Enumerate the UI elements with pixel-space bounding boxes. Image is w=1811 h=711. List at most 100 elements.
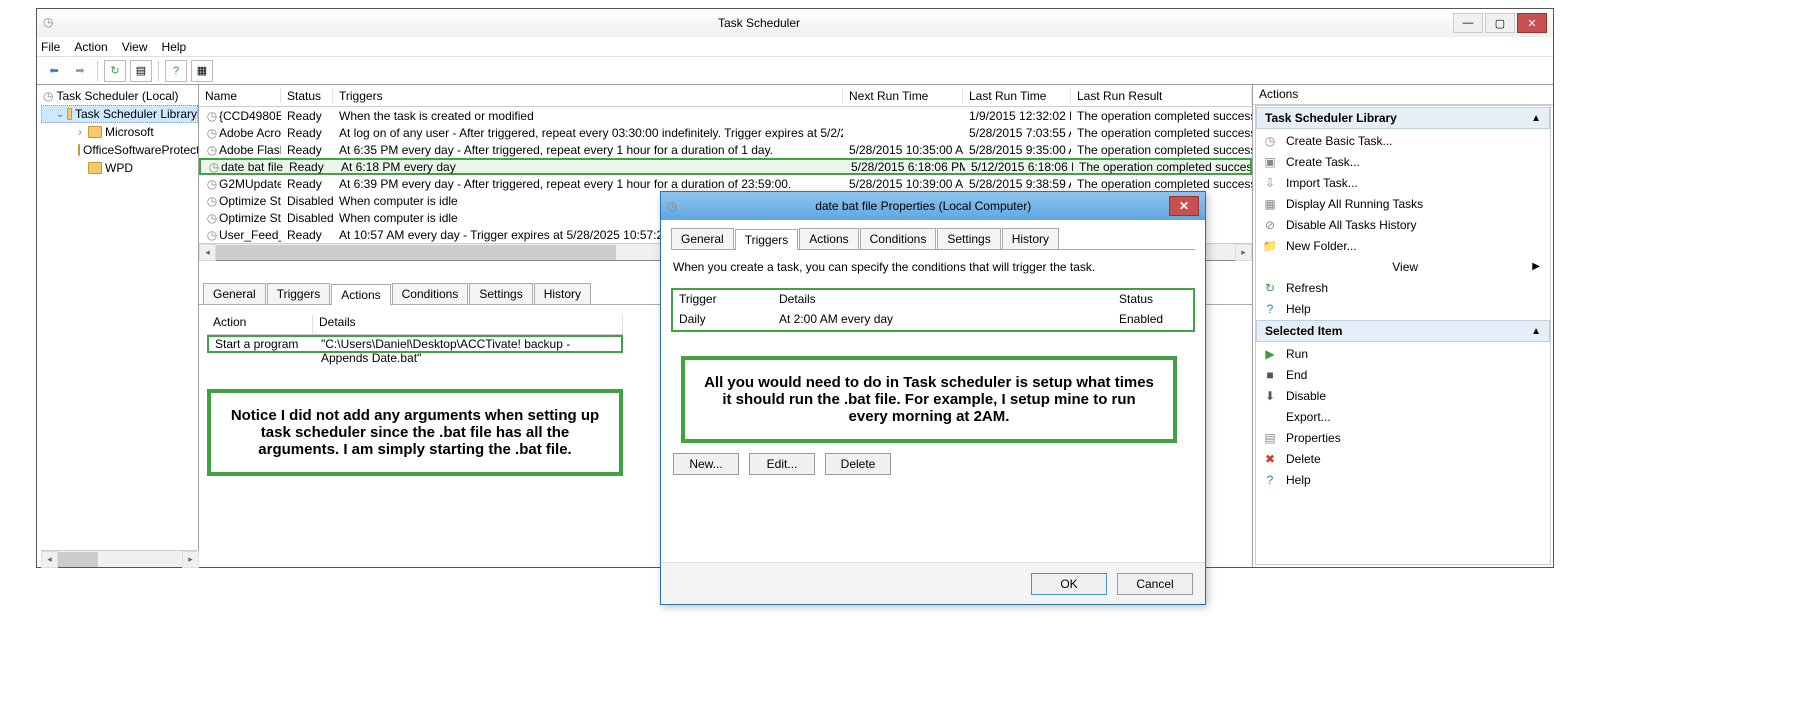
clock-icon: ◷ [205, 194, 219, 208]
action-label: Export... [1286, 410, 1331, 424]
col-trigger[interactable]: Trigger [673, 290, 773, 310]
action-item[interactable]: ⇩Import Task... [1256, 172, 1550, 193]
action-icon: ◷ [1262, 133, 1278, 149]
menu-help[interactable]: Help [162, 40, 187, 54]
action-item[interactable]: ?Help [1256, 469, 1550, 490]
menu-action[interactable]: Action [74, 40, 107, 54]
action-item[interactable]: ↻Refresh [1256, 277, 1550, 298]
tab-settings[interactable]: Settings [469, 283, 532, 304]
action-item[interactable]: ⊘Disable All Tasks History [1256, 214, 1550, 235]
forward-button[interactable]: ➡ [69, 60, 91, 82]
action-icon: ⇩ [1262, 175, 1278, 191]
tab-general[interactable]: General [203, 283, 266, 304]
delete-trigger-button[interactable]: Delete [825, 453, 891, 475]
scroll-left-icon[interactable]: ◂ [199, 244, 216, 261]
menu-file[interactable]: File [41, 40, 60, 54]
action-item[interactable]: ■ End [1256, 364, 1550, 385]
collapse-icon[interactable]: ▲ [1531, 113, 1541, 124]
dlg-tab-actions[interactable]: Actions [799, 228, 858, 249]
close-button[interactable]: ✕ [1517, 13, 1547, 33]
show-hide-icon[interactable]: ▦ [191, 60, 213, 82]
clock-icon: ◷ [205, 109, 219, 123]
actions-group-selected: Selected Item▲ [1256, 320, 1550, 342]
menu-view[interactable]: View [122, 40, 148, 54]
scroll-right-icon[interactable]: ▸ [182, 551, 199, 567]
new-trigger-button[interactable]: New... [673, 453, 739, 475]
action-label: End [1286, 368, 1307, 382]
scrollbar-h[interactable]: ◂ ▸ [41, 550, 199, 567]
col-status[interactable]: Status [281, 89, 333, 103]
col-details[interactable]: Details [313, 315, 623, 334]
col-action[interactable]: Action [207, 315, 313, 334]
scroll-left-icon[interactable]: ◂ [41, 551, 58, 567]
action-row[interactable]: Start a program "C:\Users\Daniel\Desktop… [207, 335, 623, 353]
tab-triggers[interactable]: Triggers [267, 283, 331, 304]
tree-library[interactable]: ⌄ Task Scheduler Library [41, 105, 198, 123]
action-item[interactable]: ▤Properties [1256, 427, 1550, 448]
tree-child-microsoft[interactable]: › Microsoft [41, 123, 198, 141]
minimize-button[interactable]: — [1453, 13, 1483, 33]
action-item[interactable]: ?Help [1256, 298, 1550, 319]
dialog-close-button[interactable]: ✕ [1169, 196, 1199, 216]
tab-actions[interactable]: Actions [331, 284, 390, 305]
task-row[interactable]: ◷Adobe Acro...ReadyAt log on of any user… [199, 124, 1252, 141]
properties-icon[interactable]: ▤ [130, 60, 152, 82]
refresh-icon[interactable]: ↻ [104, 60, 126, 82]
cancel-button[interactable]: Cancel [1117, 573, 1193, 595]
action-item[interactable]: ▣Create Task... [1256, 151, 1550, 172]
task-row[interactable]: ◷{CCD4980E-...ReadyWhen the task is crea… [199, 107, 1252, 124]
action-icon: ▤ [1262, 430, 1278, 446]
task-row[interactable]: ◷G2MUpdate...ReadyAt 6:39 PM every day -… [199, 175, 1252, 192]
clock-icon: ◷ [205, 211, 219, 225]
dlg-tab-settings[interactable]: Settings [937, 228, 1000, 249]
action-label: Create Task... [1286, 155, 1360, 169]
chevron-right-icon[interactable]: › [75, 127, 85, 138]
col-last-run[interactable]: Last Run Time [963, 89, 1071, 103]
action-label: Refresh [1286, 281, 1328, 295]
back-button[interactable]: ⬅ [43, 60, 65, 82]
action-icon: ■ [1262, 367, 1278, 383]
action-icon: ▶ [1262, 346, 1278, 362]
col-next-run[interactable]: Next Run Time [843, 89, 963, 103]
dlg-tab-general[interactable]: General [671, 228, 734, 249]
trigger-details: At 2:00 AM every day [773, 310, 1113, 330]
action-item[interactable]: Export... [1256, 406, 1550, 427]
scroll-right-icon[interactable]: ▸ [1235, 244, 1252, 261]
col-trigger-status[interactable]: Status [1113, 290, 1193, 310]
ok-button[interactable]: OK [1031, 573, 1107, 595]
action-item[interactable]: 📁New Folder... [1256, 235, 1550, 256]
collapse-icon[interactable]: ▲ [1531, 326, 1541, 337]
dlg-tab-history[interactable]: History [1002, 228, 1059, 249]
chevron-down-icon[interactable]: ⌄ [56, 109, 64, 120]
action-item[interactable]: ▶Run [1256, 343, 1550, 364]
tab-history[interactable]: History [534, 283, 591, 304]
action-item[interactable]: ◷Create Basic Task... [1256, 130, 1550, 151]
trigger-row[interactable]: Daily At 2:00 AM every day Enabled [673, 310, 1193, 330]
tree-child-office[interactable]: OfficeSoftwareProtect [41, 141, 198, 159]
edit-trigger-button[interactable]: Edit... [749, 453, 815, 475]
dlg-tab-triggers[interactable]: Triggers [735, 229, 799, 250]
action-label: Disable [1286, 389, 1326, 403]
action-icon: 📁 [1262, 238, 1278, 254]
action-item[interactable]: ⬇Disable [1256, 385, 1550, 406]
dialog-footer: OK Cancel [661, 562, 1205, 604]
tree-child-wpd[interactable]: WPD [41, 159, 198, 177]
trigger-status: Enabled [1113, 310, 1193, 330]
col-trigger-details[interactable]: Details [773, 290, 1113, 310]
col-name[interactable]: Name [199, 89, 281, 103]
action-icon: ? [1262, 472, 1278, 488]
task-row[interactable]: ◷date bat fileReadyAt 6:18 PM every day5… [199, 158, 1252, 175]
help-icon[interactable]: ? [165, 60, 187, 82]
dlg-tab-conditions[interactable]: Conditions [860, 228, 937, 249]
dialog-title-bar: ◷ date bat file Properties (Local Comput… [661, 192, 1205, 220]
maximize-button[interactable]: ▢ [1485, 13, 1515, 33]
col-last-result[interactable]: Last Run Result [1071, 89, 1252, 103]
action-item[interactable]: View▶ [1256, 256, 1550, 277]
tree-root[interactable]: ◷ Task Scheduler (Local) [41, 87, 198, 105]
task-row[interactable]: ◷Adobe Flash...ReadyAt 6:35 PM every day… [199, 141, 1252, 158]
col-triggers[interactable]: Triggers [333, 89, 843, 103]
tab-conditions[interactable]: Conditions [392, 283, 469, 304]
window-title: Task Scheduler [67, 16, 1451, 30]
action-item[interactable]: ✖Delete [1256, 448, 1550, 469]
action-item[interactable]: ▦Display All Running Tasks [1256, 193, 1550, 214]
